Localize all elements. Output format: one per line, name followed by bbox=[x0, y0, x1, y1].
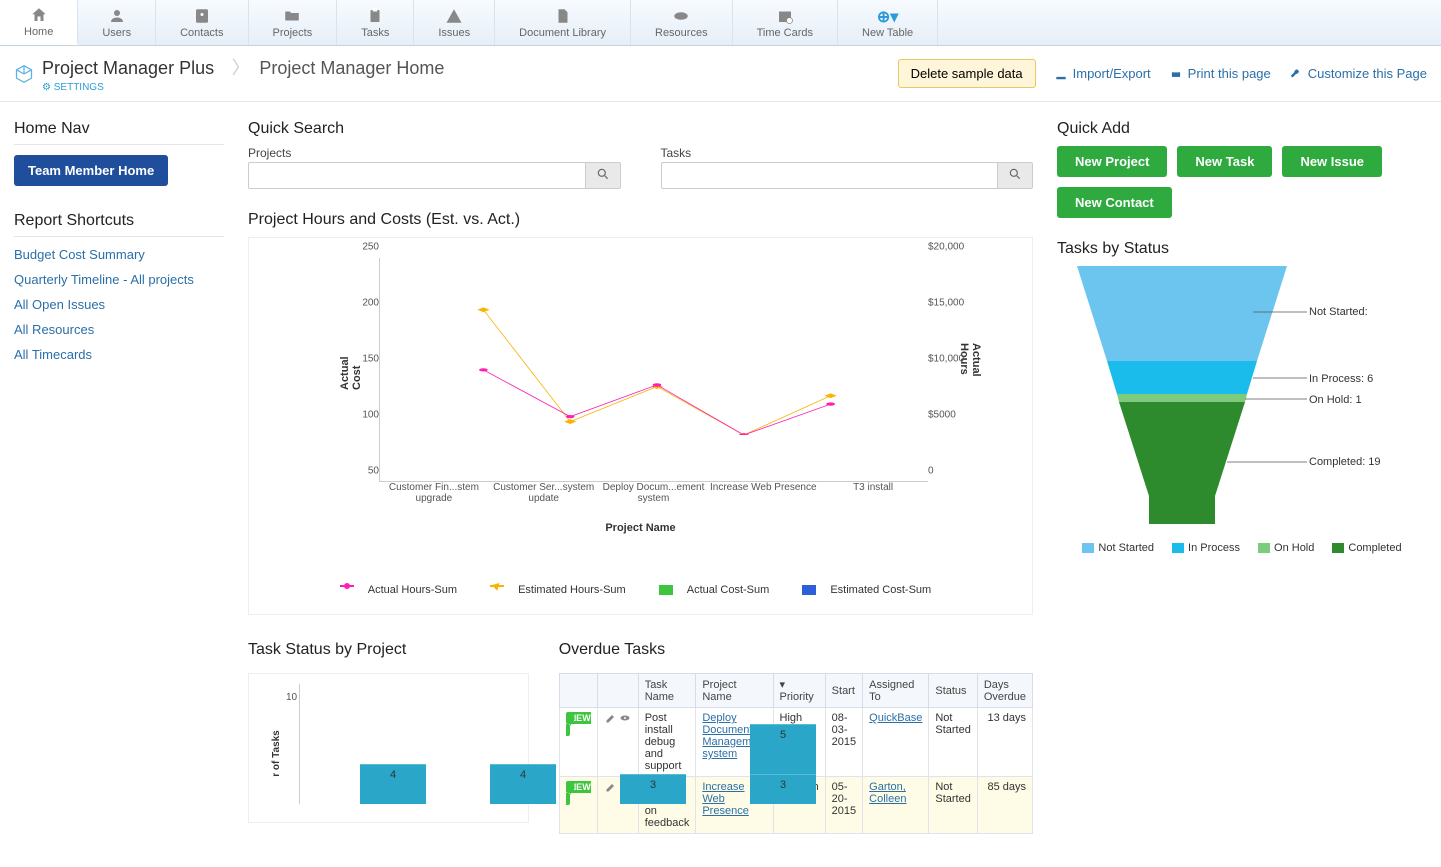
chart2-title: Tasks by Status bbox=[1057, 240, 1427, 258]
folder-icon bbox=[283, 7, 301, 25]
warning-icon bbox=[445, 7, 463, 25]
tab-tasks[interactable]: Tasks bbox=[337, 0, 414, 45]
quick-search-title: Quick Search bbox=[248, 120, 1033, 138]
shortcut-openissues[interactable]: All Open Issues bbox=[14, 297, 224, 312]
import-export-link[interactable]: Import/Export bbox=[1054, 66, 1151, 81]
plus-icon: ⊕▾ bbox=[877, 7, 898, 27]
customize-link[interactable]: Customize this Page bbox=[1289, 66, 1427, 81]
top-nav: Home Users Contacts Projects Tasks Issue… bbox=[0, 0, 1441, 46]
assignee-link[interactable]: QuickBase bbox=[869, 712, 922, 724]
tab-home[interactable]: Home bbox=[0, 0, 78, 45]
chart-task-status-project: r of Tasks 10 44353 bbox=[248, 673, 529, 823]
timecard-icon bbox=[776, 7, 794, 25]
shortcut-quarterly[interactable]: Quarterly Timeline - All projects bbox=[14, 272, 224, 287]
overdue-title: Overdue Tasks bbox=[559, 641, 1033, 659]
printer-icon bbox=[1169, 67, 1183, 81]
tasks-search-button[interactable] bbox=[998, 162, 1033, 189]
chart3-title: Task Status by Project bbox=[248, 641, 529, 659]
clipboard-icon bbox=[366, 7, 384, 25]
chart1-title: Project Hours and Costs (Est. vs. Act.) bbox=[248, 211, 1033, 229]
projects-search-label: Projects bbox=[248, 146, 621, 160]
tab-users[interactable]: Users bbox=[78, 0, 156, 45]
projects-search-button[interactable] bbox=[586, 162, 621, 189]
team-member-home-button[interactable]: Team Member Home bbox=[14, 155, 168, 186]
projects-search-input[interactable] bbox=[248, 162, 586, 189]
delete-sample-data-button[interactable]: Delete sample data bbox=[898, 59, 1036, 88]
new-contact-button[interactable]: New Contact bbox=[1057, 187, 1172, 218]
col-header[interactable]: Start bbox=[825, 674, 862, 708]
col-header[interactable]: Assigned To bbox=[863, 674, 929, 708]
edit-icon[interactable] bbox=[605, 781, 617, 793]
col-header[interactable]: Status bbox=[929, 674, 977, 708]
search-icon bbox=[1008, 167, 1022, 181]
home-nav-title: Home Nav bbox=[14, 120, 224, 145]
tab-documents[interactable]: Document Library bbox=[495, 0, 631, 45]
resources-icon bbox=[672, 7, 690, 25]
chart1-legend: Actual Hours-Sum Estimated Hours-Sum Act… bbox=[259, 584, 1022, 596]
report-shortcuts-title: Report Shortcuts bbox=[14, 212, 224, 237]
chart-tasks-by-status: Not Started: In Process: 6 On Hold: 1 Co… bbox=[1057, 266, 1427, 554]
new-badge: NEW bbox=[566, 712, 591, 736]
tab-projects[interactable]: Projects bbox=[249, 0, 338, 45]
col-header[interactable]: Task Name bbox=[638, 674, 696, 708]
document-icon bbox=[554, 7, 572, 25]
quick-add-title: Quick Add bbox=[1057, 120, 1427, 138]
tab-timecards[interactable]: Time Cards bbox=[733, 0, 838, 45]
shortcut-timecards[interactable]: All Timecards bbox=[14, 347, 224, 362]
new-badge: NEW bbox=[566, 781, 591, 805]
col-header[interactable]: Project Name bbox=[696, 674, 773, 708]
user-icon bbox=[108, 7, 126, 25]
tasks-search-input[interactable] bbox=[661, 162, 999, 189]
breadcrumb-bar: Project Manager Plus 〉 Project Manager H… bbox=[0, 46, 1441, 102]
col-header[interactable]: Days Overdue bbox=[977, 674, 1032, 708]
settings-link[interactable]: ⚙ SETTINGS bbox=[42, 82, 444, 93]
col-header[interactable] bbox=[597, 674, 638, 708]
app-name[interactable]: Project Manager Plus bbox=[42, 58, 214, 78]
new-task-button[interactable]: New Task bbox=[1177, 146, 1272, 177]
home-icon bbox=[30, 6, 48, 24]
chart-hours-costs: Actual Cost 50 100 150 200 250 Actual Ho… bbox=[248, 237, 1033, 615]
col-header[interactable]: ▾ Priority bbox=[773, 674, 825, 708]
import-icon bbox=[1054, 67, 1068, 81]
page-title: Project Manager Home bbox=[259, 58, 444, 78]
chart1-plot bbox=[379, 258, 928, 482]
shortcut-budget[interactable]: Budget Cost Summary bbox=[14, 247, 224, 262]
wrench-icon bbox=[1289, 67, 1303, 81]
assignee-link[interactable]: Garton, Colleen bbox=[869, 781, 906, 805]
shortcut-resources[interactable]: All Resources bbox=[14, 322, 224, 337]
tab-issues[interactable]: Issues bbox=[414, 0, 495, 45]
tab-resources[interactable]: Resources bbox=[631, 0, 733, 45]
new-issue-button[interactable]: New Issue bbox=[1282, 146, 1382, 177]
search-icon bbox=[596, 167, 610, 181]
new-project-button[interactable]: New Project bbox=[1057, 146, 1167, 177]
tab-new-table[interactable]: ⊕▾New Table bbox=[838, 0, 938, 45]
eye-icon[interactable] bbox=[619, 712, 631, 724]
project-link[interactable]: Increase Web Presence bbox=[702, 781, 748, 817]
cube-icon bbox=[14, 64, 34, 84]
funnel-legend: Not Started In Process On Hold Completed bbox=[1057, 542, 1427, 554]
tab-contacts[interactable]: Contacts bbox=[156, 0, 248, 45]
col-header[interactable] bbox=[559, 674, 597, 708]
tasks-search-label: Tasks bbox=[661, 146, 1034, 160]
edit-icon[interactable] bbox=[605, 712, 617, 724]
contacts-icon bbox=[193, 7, 211, 25]
print-link[interactable]: Print this page bbox=[1169, 66, 1271, 81]
